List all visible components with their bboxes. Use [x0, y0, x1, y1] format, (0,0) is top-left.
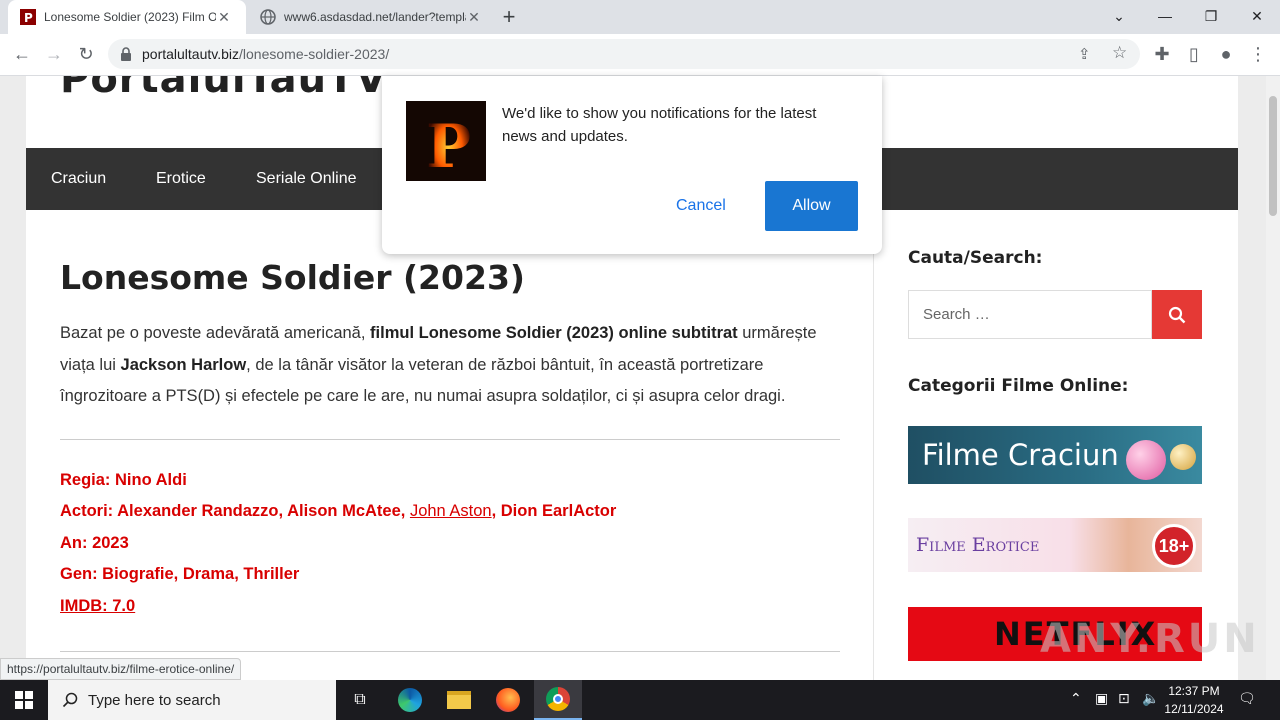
meta-actors-text: , Dion EarlActor	[491, 502, 617, 520]
tab-strip: P Lonesome Soldier (2023) Film Online ✕ …	[0, 0, 1280, 34]
ornament-icon	[1170, 444, 1196, 470]
lock-icon	[121, 47, 131, 61]
post-text-bold: filmul Lonesome Soldier (2023) online su…	[370, 324, 738, 342]
network-icon[interactable]: ⊡	[1118, 690, 1130, 707]
nav-item-erotice[interactable]: Erotice	[156, 170, 206, 188]
site-favicon-icon: P	[20, 9, 36, 25]
search-icon	[1168, 306, 1186, 323]
search-icon	[62, 692, 78, 708]
post-title: Lonesome Soldier (2023)	[60, 258, 525, 297]
svg-text:P: P	[426, 112, 471, 181]
svg-text:P: P	[24, 11, 33, 25]
meta-genre: Gen: Biografie, Drama, Thriller	[60, 565, 300, 583]
banner-text: Filme Erotice	[916, 534, 1040, 556]
ornament-icon	[1126, 440, 1166, 480]
new-tab-button[interactable]: +	[496, 4, 522, 30]
meta-director: Regia: Nino Aldi	[60, 471, 187, 489]
extensions-icon[interactable]: ✚	[1146, 38, 1178, 70]
close-tab-icon[interactable]: ✕	[216, 9, 232, 26]
windows-logo-icon	[15, 691, 33, 709]
meta-actors: Actori: Alexander Randazzo, Alison McAte…	[60, 502, 616, 521]
imdb-link[interactable]: IMDB: 7.0	[60, 597, 135, 615]
meta-actors-text: Actori: Alexander Randazzo, Alison McAte…	[60, 502, 410, 520]
search-button[interactable]	[1152, 290, 1202, 339]
tray-device-icon[interactable]: ▣	[1095, 690, 1108, 707]
start-button[interactable]	[0, 680, 48, 720]
browser-toolbar: ← → ↻ portalultautv.biz/lonesome-soldier…	[0, 34, 1280, 76]
clock-date: 12/11/2024	[1164, 702, 1224, 716]
tab-inactive[interactable]: www6.asdasdad.net/lander?template ✕	[252, 0, 488, 34]
globe-icon	[260, 9, 276, 25]
allow-button[interactable]: Allow	[765, 181, 858, 231]
side-panel-icon[interactable]: ▯	[1178, 38, 1210, 70]
post-text: Bazat pe o poveste adevărată americană,	[60, 324, 371, 342]
divider	[60, 651, 840, 652]
tab-active[interactable]: P Lonesome Soldier (2023) Film Online ✕	[8, 0, 246, 34]
banner-filme-craciun[interactable]: Filme Craciun	[908, 426, 1202, 484]
search-input[interactable]: Search …	[908, 290, 1152, 339]
actor-link[interactable]: John Aston	[410, 502, 492, 520]
search-widget-title: Cauta/Search:	[908, 248, 1043, 268]
task-view-icon[interactable]: ⧉	[336, 680, 384, 720]
system-clock[interactable]: 12:37 PM 12/11/2024	[1162, 682, 1226, 718]
scrollbar-thumb[interactable]	[1269, 96, 1277, 216]
restore-button[interactable]: ❐	[1188, 0, 1234, 32]
cancel-button[interactable]: Cancel	[654, 181, 748, 231]
edge-icon[interactable]	[386, 680, 434, 720]
taskbar-search[interactable]: Type here to search	[48, 680, 336, 720]
post-text-bold: Jackson Harlow	[120, 355, 247, 374]
url-path: /lonesome-soldier-2023/	[239, 46, 390, 62]
categories-widget-title: Categorii Filme Online:	[908, 376, 1129, 396]
watermark-logo: ANY.RUN	[1040, 616, 1260, 662]
minimize-button[interactable]: —	[1142, 0, 1188, 32]
menu-icon[interactable]: ⋮	[1242, 38, 1274, 70]
tab-search-icon[interactable]: ⌄	[1096, 0, 1142, 32]
age-badge: 18+	[1152, 524, 1196, 568]
site-logo-icon: P	[406, 101, 486, 182]
address-bar[interactable]: portalultautv.biz/lonesome-soldier-2023/…	[108, 39, 1140, 69]
close-tab-icon[interactable]: ✕	[466, 9, 482, 26]
divider	[60, 439, 840, 440]
notification-message: We'd like to show you notifications for …	[502, 105, 817, 145]
page-scrollbar[interactable]	[1266, 76, 1280, 680]
tab-title: www6.asdasdad.net/lander?template	[284, 10, 466, 24]
sidebar-separator	[873, 210, 874, 680]
chrome-icon[interactable]	[534, 680, 582, 720]
url-host: portalultautv.biz	[142, 46, 240, 62]
post-description: Bazat pe o poveste adevărată americană, …	[60, 318, 840, 413]
back-button[interactable]: ←	[6, 38, 38, 70]
banner-filme-erotice[interactable]: Filme Erotice 18+	[908, 518, 1202, 572]
taskbar-search-placeholder: Type here to search	[88, 691, 221, 709]
forward-button[interactable]: →	[38, 38, 70, 70]
share-icon[interactable]: ⇪	[1078, 45, 1091, 63]
notification-popup: P We'd like to show you notifications fo…	[382, 76, 882, 254]
banner-text: Filme Craciun	[922, 438, 1119, 472]
tab-title: Lonesome Soldier (2023) Film Online	[44, 10, 216, 24]
nav-item-seriale[interactable]: Seriale Online	[256, 170, 357, 188]
notification-center-icon[interactable]: 🗨	[1238, 690, 1256, 707]
reload-button[interactable]: ↻	[70, 38, 102, 70]
taskbar: Type here to search ⧉ ⌃ ▣ ⊡ 🔈 12:37 PM 1…	[0, 680, 1280, 720]
meta-year: An: 2023	[60, 534, 129, 552]
tray-chevron-icon[interactable]: ⌃	[1070, 690, 1082, 707]
volume-icon[interactable]: 🔈	[1142, 690, 1159, 707]
bookmark-star-icon[interactable]: ☆	[1112, 43, 1127, 63]
firefox-icon[interactable]	[484, 680, 532, 720]
file-explorer-icon[interactable]	[435, 680, 483, 720]
nav-item-craciun[interactable]: Craciun	[51, 170, 106, 188]
profile-icon[interactable]: ●	[1210, 38, 1242, 70]
status-bar-url: https://portalultautv.biz/filme-erotice-…	[0, 658, 242, 680]
clock-time: 12:37 PM	[1168, 684, 1220, 698]
close-window-button[interactable]: ✕	[1234, 0, 1280, 32]
